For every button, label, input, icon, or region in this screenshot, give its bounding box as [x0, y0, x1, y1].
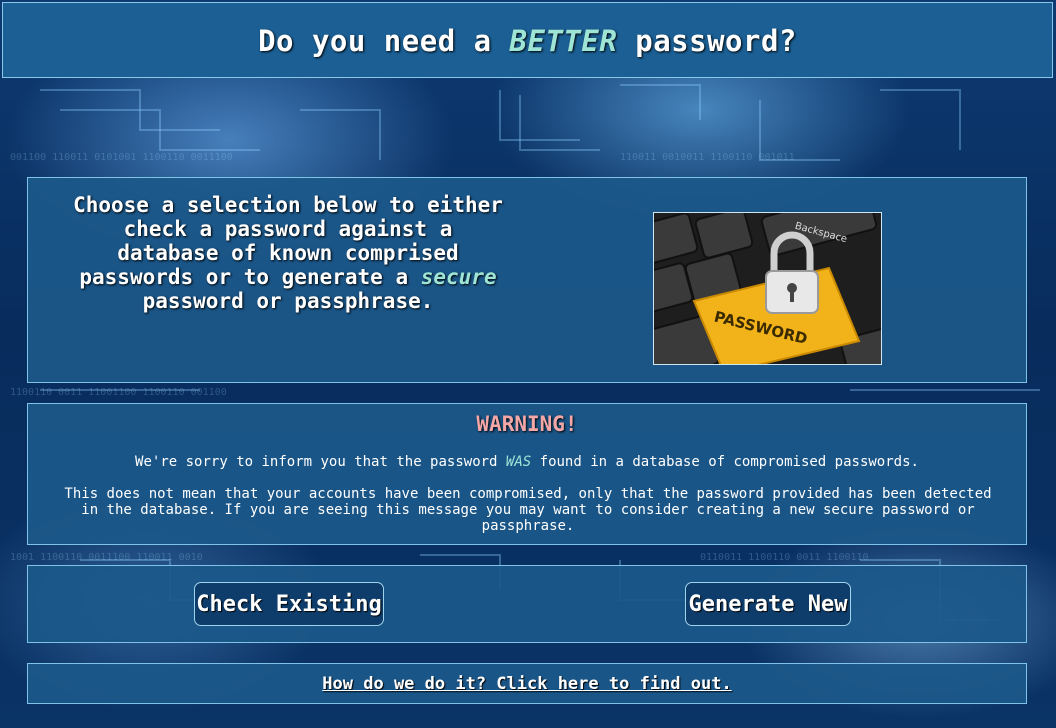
keyboard-illustration: PASSWORD Backspace	[654, 213, 881, 364]
warning-title: WARNING!	[476, 412, 578, 436]
intro-panel: Choose a selection below to either check…	[27, 177, 1027, 383]
intro-emphasis: secure	[420, 265, 497, 289]
intro-text: Choose a selection below to either check…	[73, 193, 503, 313]
generate-new-button[interactable]: Generate New	[685, 582, 851, 626]
svg-text:1001 1100110 0011100 110011 00: 1001 1100110 0011100 110011 0010	[10, 552, 203, 563]
svg-text:001100 110011 0101001 1100110: 001100 110011 0101001 1100110 0011100	[10, 152, 233, 163]
warning-message: We're sorry to inform you that the passw…	[135, 454, 919, 470]
title-text-end: password?	[617, 24, 797, 58]
footer-panel: How do we do it? Click here to find out.	[27, 663, 1027, 704]
svg-text:110011 0010011 1100110 001011: 110011 0010011 1100110 001011	[620, 152, 795, 163]
warning-details: This does not mean that your accounts ha…	[64, 486, 992, 534]
title-emphasis: BETTER	[509, 24, 618, 58]
actions-panel: Check Existing Generate New	[27, 565, 1027, 643]
how-it-works-link[interactable]: How do we do it? Click here to find out.	[28, 664, 1026, 705]
svg-text:1100110 0011 11001100 1100110: 1100110 0011 11001100 1100110 001100	[10, 387, 227, 398]
warning-panel: WARNING! We're sorry to inform you that …	[27, 403, 1027, 545]
svg-text:0110011 1100110 0011 1100110: 0110011 1100110 0011 1100110	[700, 552, 869, 563]
page-header: Do you need a BETTER password?	[2, 2, 1053, 78]
check-existing-button[interactable]: Check Existing	[194, 582, 384, 626]
password-keyboard-image: PASSWORD Backspace	[653, 212, 882, 365]
page-title: Do you need a BETTER password?	[3, 3, 1052, 79]
title-text: Do you need a	[258, 24, 510, 58]
warning-emphasis: WAS	[505, 454, 532, 470]
